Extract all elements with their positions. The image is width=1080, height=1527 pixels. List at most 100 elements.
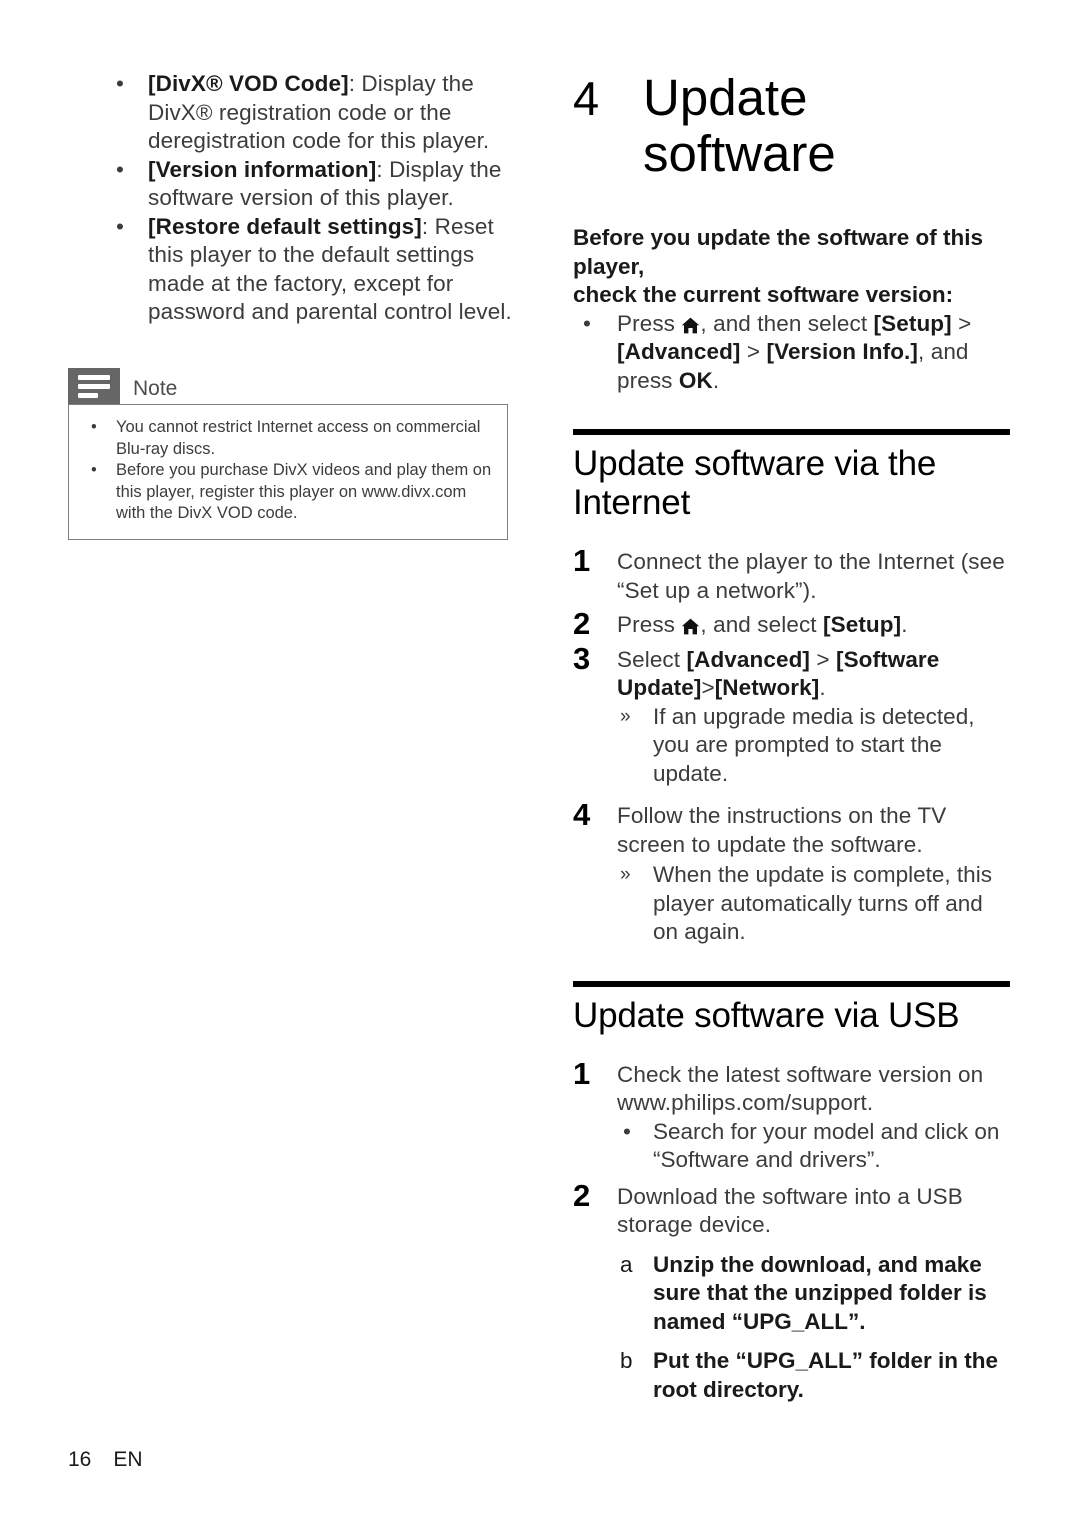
sub-step-pre: Put the	[653, 1348, 736, 1373]
period: .	[712, 367, 720, 393]
list-item: 1 Check the latest software version on w…	[573, 1055, 1013, 1175]
note-text: You cannot restrict Internet access on c…	[116, 418, 481, 458]
steps-usb: 1 Check the latest software version on w…	[573, 1055, 1013, 1405]
bullet-dot-icon: •	[116, 213, 124, 239]
section-rule	[573, 429, 1010, 435]
steps-internet: 1 Connect the player to the Internet (se…	[573, 543, 1013, 947]
list-item: • Before you purchase DivX videos and pl…	[83, 460, 493, 525]
sub-note-text: If an upgrade media is detected, you are…	[653, 703, 975, 786]
chapter-title: Update software	[643, 69, 836, 182]
sep: >	[701, 675, 715, 700]
page-language: EN	[113, 1448, 143, 1471]
sep: >	[810, 646, 836, 672]
list-item: 4 Follow the instructions on the TV scre…	[573, 797, 1013, 947]
page-number: 16	[68, 1448, 92, 1471]
step-number: 2	[573, 606, 591, 641]
step-number: 3	[573, 640, 591, 676]
sub-notes: • Search for your model and click on “So…	[617, 1118, 1013, 1175]
list-item: • [Restore default settings]: Reset this…	[96, 213, 516, 327]
step-number: 2	[573, 1177, 591, 1213]
period: .	[859, 1308, 866, 1334]
step-text: Download the software into a USB storage…	[617, 1183, 963, 1238]
note-text: Before you purchase DivX videos and play…	[116, 461, 492, 522]
menu-advanced: [Advanced]	[617, 339, 741, 364]
list-item: » If an upgrade media is detected, you a…	[617, 703, 1013, 789]
list-item: • You cannot restrict Internet access on…	[83, 417, 493, 460]
double-chevron-icon: »	[620, 864, 631, 885]
period: .	[901, 612, 908, 637]
sep: >	[740, 339, 767, 364]
list-item: b Put the “UPG_ALL” folder in the root d…	[617, 1347, 1013, 1404]
list-item: • [Version information]: Display the sof…	[96, 156, 516, 213]
bullet-dot-icon: •	[583, 310, 591, 336]
period: .	[819, 675, 826, 700]
note-title: Note	[133, 377, 178, 400]
note-body: • You cannot restrict Internet access on…	[68, 404, 508, 540]
setting-name: [Restore default settings]	[148, 213, 422, 239]
ok-key: OK	[678, 367, 713, 393]
alpha-sub-steps: a Unzip the download, and make sure that…	[617, 1251, 1013, 1405]
chapter-number: 4	[573, 72, 600, 125]
folder-name: “UPG_ALL”	[735, 1348, 864, 1373]
step-number: 1	[573, 1055, 591, 1091]
step-text: Follow the instructions on the TV screen…	[617, 803, 947, 857]
list-item: 2 Press , and select [Setup].	[573, 606, 1013, 641]
list-item: a Unzip the download, and make sure that…	[617, 1251, 1013, 1337]
bullet-dot-icon: •	[91, 461, 97, 479]
alpha-marker: a	[620, 1251, 633, 1277]
sep: >	[951, 310, 972, 336]
step-text-mid: , and select	[700, 612, 823, 637]
note-header: Note	[68, 368, 508, 404]
menu-setup: [Setup]	[823, 612, 902, 637]
step-number: 1	[573, 543, 591, 578]
intro-bullet-list: • Press , and then select [Setup] > [Adv…	[573, 310, 1013, 396]
sub-notes: » If an upgrade media is detected, you a…	[617, 703, 1013, 789]
bullet-dot-icon: •	[623, 1118, 631, 1144]
list-item: • Press , and then select [Setup] > [Adv…	[573, 310, 1013, 396]
intro-step-mid: , and then select	[700, 310, 874, 336]
setting-name: [DivX® VOD Code]	[148, 71, 349, 96]
note-lines-icon	[68, 368, 120, 404]
right-column: 4 Update software Before you update the …	[573, 70, 1013, 1404]
list-item: 2 Download the software into a USB stora…	[573, 1177, 1013, 1405]
step-text-pre: Press	[617, 612, 682, 637]
bullet-dot-icon: •	[116, 71, 124, 96]
section-heading-internet: Update software via the Internet	[573, 444, 937, 522]
home-icon	[681, 317, 700, 334]
menu-advanced: [Advanced]	[686, 646, 811, 672]
settings-bullet-list: • [DivX® VOD Code]: Display the DivX® re…	[96, 70, 516, 327]
list-item: 3 Select [Advanced] > [Software Update]>…	[573, 640, 1013, 789]
intro-step-pre: Press	[617, 310, 682, 336]
step-number: 4	[573, 797, 591, 832]
intro-line-1: Before you update the software of this p…	[573, 225, 984, 279]
section-heading-usb: Update software via USB	[573, 995, 960, 1035]
step-text-pre: Select	[617, 646, 687, 672]
intro-paragraph: Before you update the software of this p…	[573, 224, 1013, 310]
setting-name: [Version information]	[148, 156, 377, 182]
double-chevron-icon: »	[620, 705, 631, 727]
sub-note-text: When the update is complete, this player…	[653, 862, 992, 944]
step-text: Connect the player to the Internet (see …	[617, 549, 1005, 603]
menu-setup: [Setup]	[873, 310, 952, 336]
list-item: » When the update is complete, this play…	[617, 861, 1013, 947]
list-item: • [DivX® VOD Code]: Display the DivX® re…	[96, 70, 516, 156]
chapter-heading: 4 Update software	[573, 70, 1013, 182]
note-box: Note • You cannot restrict Internet acce…	[68, 368, 508, 540]
note-list: • You cannot restrict Internet access on…	[83, 417, 493, 525]
list-item: 1 Connect the player to the Internet (se…	[573, 543, 1013, 605]
manual-page: • [DivX® VOD Code]: Display the DivX® re…	[0, 0, 1080, 1527]
step-text: Check the latest software version on www…	[617, 1061, 984, 1116]
folder-name: “UPG_ALL”	[731, 1308, 860, 1334]
alpha-marker: b	[620, 1348, 633, 1373]
intro-line-2: check the current software version:	[573, 282, 954, 307]
home-icon	[681, 618, 700, 635]
left-column: • [DivX® VOD Code]: Display the DivX® re…	[96, 70, 516, 327]
section-rule	[573, 980, 1010, 987]
sub-note-text: Search for your model and click on “Soft…	[653, 1118, 1000, 1173]
sub-notes: » When the update is complete, this play…	[617, 861, 1013, 947]
bullet-dot-icon: •	[91, 418, 97, 436]
list-item: • Search for your model and click on “So…	[617, 1118, 1013, 1175]
bullet-dot-icon: •	[116, 156, 124, 182]
page-footer: 16 EN	[68, 1448, 143, 1472]
menu-network: [Network]	[714, 675, 820, 700]
